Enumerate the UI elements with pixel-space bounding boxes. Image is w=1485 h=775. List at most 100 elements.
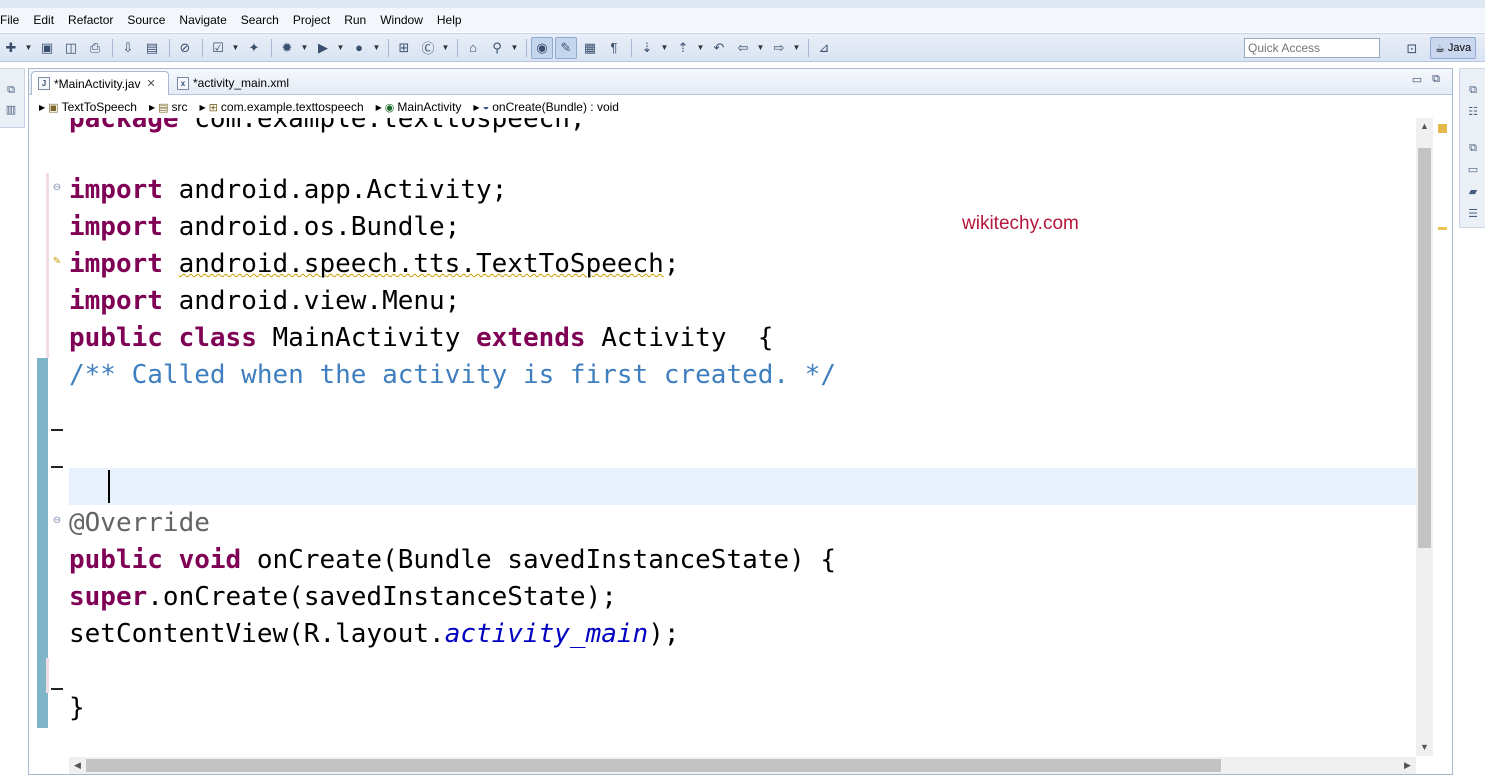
tab-main-activity[interactable]: J *MainActivity.jav ✕ — [31, 71, 169, 95]
search-icon[interactable]: ⚲ — [486, 37, 508, 59]
menu-refactor[interactable]: Refactor — [61, 8, 120, 32]
checkbox-icon[interactable]: ☑ — [207, 37, 229, 59]
previous-annotation-icon[interactable]: ⇡ — [672, 37, 694, 59]
menu-search[interactable]: Search — [234, 8, 286, 32]
console-icon[interactable]: ▭ — [1466, 163, 1480, 177]
scroll-up-icon[interactable]: ▲ — [1416, 118, 1433, 135]
download-icon[interactable]: ⇩ — [117, 37, 139, 59]
close-icon[interactable]: ✕ — [146, 77, 155, 90]
breadcrumb-package[interactable]: ⊞ com.example.texttospeech — [209, 100, 364, 114]
menu-file[interactable]: File — [0, 8, 26, 32]
new-package-icon[interactable]: ⊞ — [393, 37, 415, 59]
chevron-right-icon[interactable]: ▶ — [473, 103, 479, 112]
breadcrumb-src[interactable]: ▤ src — [158, 100, 187, 114]
warning-lightbulb-icon[interactable]: ✎ — [51, 256, 63, 268]
chevron-right-icon[interactable]: ▶ — [39, 103, 45, 112]
restore-icon[interactable]: ⧉ — [1466, 141, 1480, 155]
menu-navigate[interactable]: Navigate — [172, 8, 233, 32]
new-dropdown-icon[interactable]: ▼ — [24, 37, 33, 59]
checkbox-dropdown-icon[interactable]: ▼ — [231, 37, 240, 59]
last-edit-location-icon[interactable]: ↶ — [708, 37, 730, 59]
vertical-scrollbar[interactable]: ▲ ▼ — [1416, 118, 1433, 756]
restore-icon[interactable]: ⧉ — [4, 83, 18, 97]
external-tools-icon[interactable]: ● — [348, 37, 370, 59]
minimize-icon[interactable]: ▭ — [1412, 73, 1422, 86]
skip-breakpoints-icon[interactable]: ⊘ — [174, 37, 196, 59]
maximize-icon[interactable]: ⧉ — [1432, 73, 1440, 86]
scroll-right-icon[interactable]: ▶ — [1399, 757, 1416, 774]
logcat-icon[interactable]: ▰ — [1466, 185, 1480, 199]
menu-edit[interactable]: Edit — [26, 8, 61, 32]
previous-annotation-dropdown-icon[interactable]: ▼ — [696, 37, 705, 59]
toolbar-separator — [457, 38, 458, 57]
print-icon[interactable]: ⎙ — [84, 37, 106, 59]
quick-access-input[interactable] — [1244, 38, 1380, 58]
horizontal-scroll-thumb[interactable] — [86, 759, 1221, 772]
menu-help[interactable]: Help — [430, 8, 469, 32]
new-class-icon[interactable]: Ⓒ — [417, 37, 439, 59]
menu-run[interactable]: Run — [337, 8, 373, 32]
toolbar-separator — [271, 38, 272, 57]
toggle-block-selection-icon[interactable]: ▦ — [579, 37, 601, 59]
next-annotation-icon[interactable]: ⇣ — [636, 37, 658, 59]
right-trim-stack: ⧉ ☷ ⧉ ▭ ▰ ☰ — [1459, 68, 1485, 775]
run-icon[interactable]: ▶ — [312, 37, 334, 59]
package-explorer-icon[interactable]: ▥ — [4, 103, 18, 117]
vertical-scroll-thumb[interactable] — [1418, 148, 1431, 548]
toggle-highlight-icon[interactable]: ✎ — [555, 36, 577, 59]
debug-dropdown-icon[interactable]: ▼ — [300, 37, 309, 59]
search-dropdown-icon[interactable]: ▼ — [510, 37, 519, 59]
overview-warning-marker[interactable] — [1438, 227, 1447, 230]
new-icon[interactable]: ✚ — [0, 37, 22, 59]
quick-diff-marker — [46, 658, 49, 693]
chevron-right-icon[interactable]: ▶ — [149, 103, 155, 112]
toolbar-separator — [112, 38, 113, 57]
breadcrumb-method[interactable]: ◒ onCreate(Bundle) : void — [483, 100, 619, 114]
horizontal-scrollbar[interactable]: ◀ ▶ — [69, 757, 1416, 774]
restore-icon[interactable]: ⧉ — [1466, 83, 1480, 97]
save-all-icon[interactable]: ◫ — [60, 37, 82, 59]
overview-summary-icon[interactable] — [1438, 124, 1447, 133]
open-type-icon[interactable]: ⌂ — [462, 37, 484, 59]
code-editor[interactable]: ⊖ ✎ ⊖ package com.example.texttospeech; … — [29, 118, 1452, 756]
show-whitespace-icon[interactable]: ¶ — [603, 37, 625, 59]
menu-project[interactable]: Project — [286, 8, 337, 32]
scroll-left-icon[interactable]: ◀ — [69, 757, 86, 774]
back-icon[interactable]: ⇦ — [732, 37, 754, 59]
new-android-project-icon[interactable]: ✦ — [243, 37, 265, 59]
forward-dropdown-icon[interactable]: ▼ — [792, 37, 801, 59]
breadcrumb-label: src — [171, 100, 188, 114]
forward-icon[interactable]: ⇨ — [768, 37, 790, 59]
scroll-down-icon[interactable]: ▼ — [1416, 739, 1433, 756]
menu-source[interactable]: Source — [120, 8, 172, 32]
java-file-icon: J — [38, 77, 50, 90]
save-icon[interactable]: ▣ — [36, 37, 58, 59]
next-annotation-dropdown-icon[interactable]: ▼ — [660, 37, 669, 59]
sdk-manager-icon[interactable]: ▤ — [141, 37, 163, 59]
breadcrumb-label: TextToSpeech — [61, 100, 137, 114]
code-line-package: package com.example.texttospeech; — [69, 118, 586, 134]
back-dropdown-icon[interactable]: ▼ — [756, 37, 765, 59]
fold-collapse-icon[interactable]: ⊖ — [51, 182, 63, 194]
open-perspective-icon[interactable]: ⊡ — [1401, 38, 1423, 60]
breadcrumb-project[interactable]: ▣ TextToSpeech — [48, 100, 137, 114]
breadcrumb-class[interactable]: ◉ MainActivity — [385, 100, 462, 114]
outline-icon[interactable]: ☷ — [1466, 105, 1480, 119]
chevron-right-icon[interactable]: ▶ — [200, 103, 206, 112]
source-code[interactable]: package com.example.texttospeech; import… — [69, 118, 1416, 756]
new-class-dropdown-icon[interactable]: ▼ — [441, 37, 450, 59]
java-perspective-button[interactable]: ☕ Java — [1430, 37, 1477, 59]
toggle-mark-occurrences-icon[interactable]: ◉ — [531, 36, 553, 59]
run-dropdown-icon[interactable]: ▼ — [336, 37, 345, 59]
external-tools-dropdown-icon[interactable]: ▼ — [372, 37, 381, 59]
menu-window[interactable]: Window — [373, 8, 430, 32]
pin-editor-icon[interactable]: ⊿ — [813, 37, 835, 59]
tab-activity-main-xml[interactable]: x *activity_main.xml — [171, 71, 311, 95]
chevron-right-icon[interactable]: ▶ — [376, 103, 382, 112]
source-folder-icon: ▤ — [158, 101, 169, 114]
debug-icon[interactable]: ✹ — [276, 37, 298, 59]
fold-collapse-icon[interactable]: ⊖ — [51, 515, 63, 527]
code-line-oncreate: public void onCreate(Bundle savedInstanc… — [69, 545, 837, 575]
window-title-bar — [0, 0, 1485, 8]
tasks-icon[interactable]: ☰ — [1466, 207, 1480, 221]
